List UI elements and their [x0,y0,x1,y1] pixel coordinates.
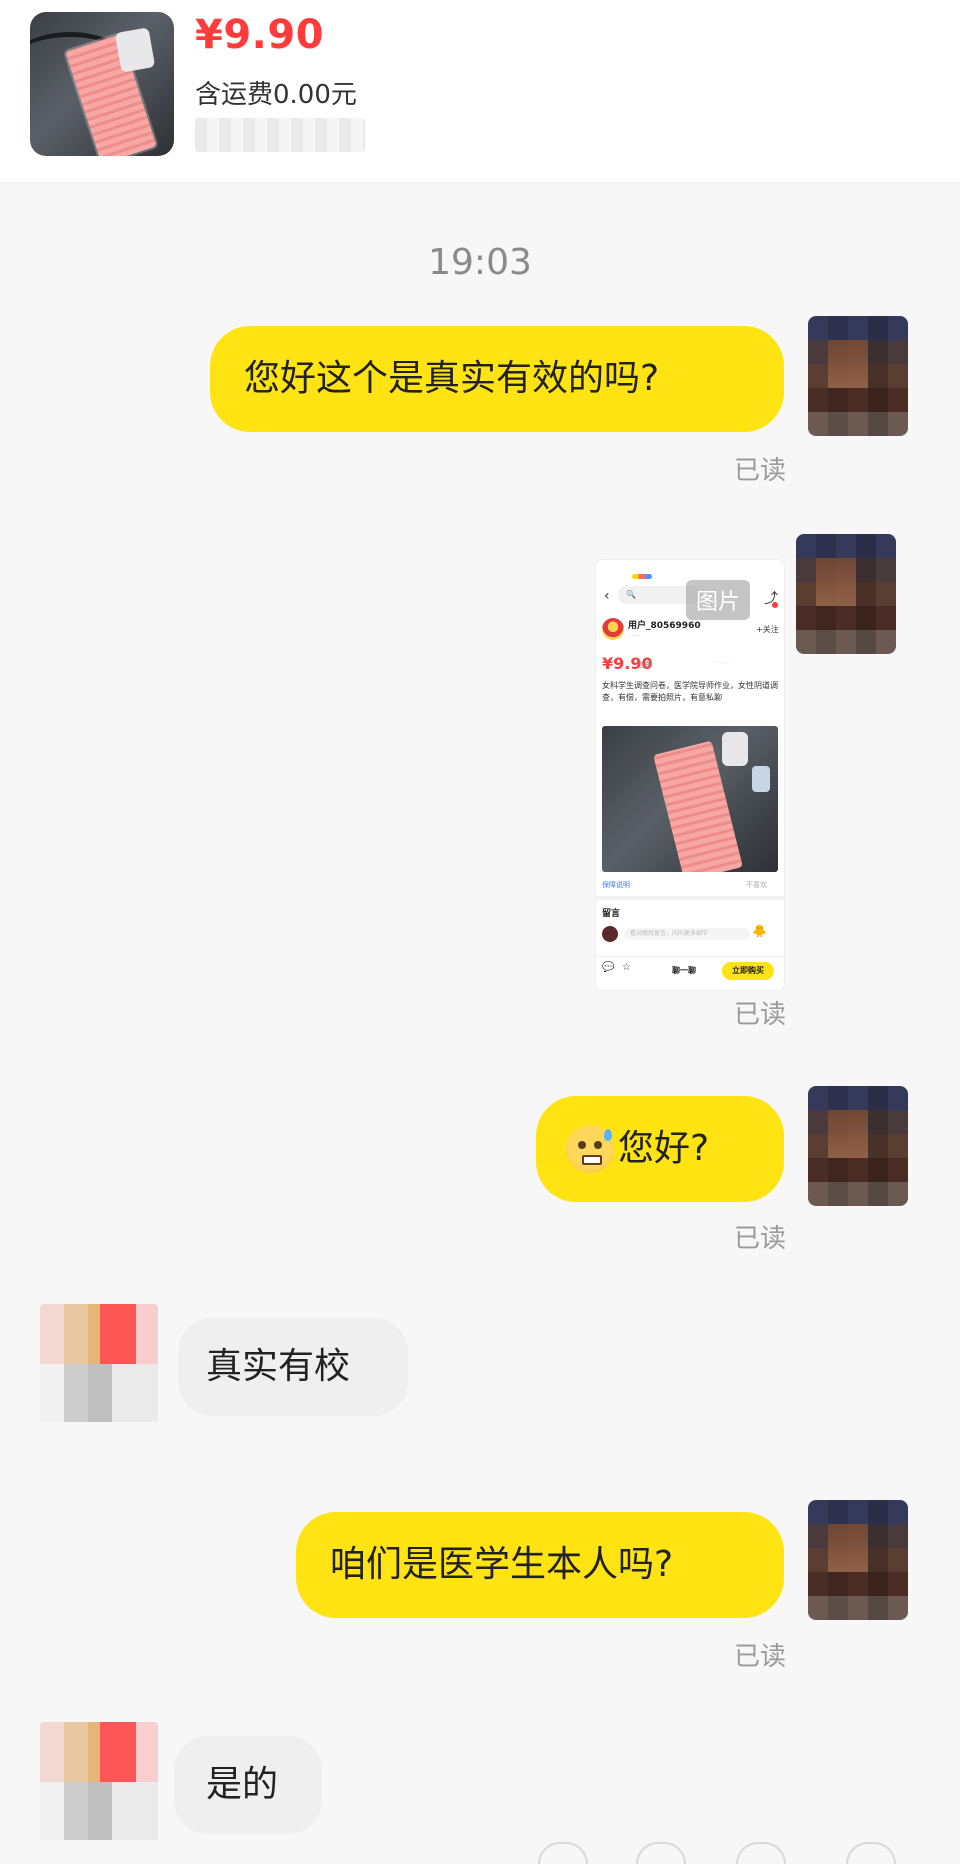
screenshot-ask-button: 聊一聊 [672,966,696,975]
seller-name: 用户_80569960 [628,621,701,631]
screenshot-guarantee-link: 保障说明 [602,881,630,889]
message-bubble-outgoing[interactable]: 您好这个是真实有效的吗? [210,326,784,432]
partial-element [538,1842,588,1864]
product-price: ¥9.90 [195,12,325,58]
screenshot-description: 女科学生调查问卷，医学院导师作业，女性阴道调查，有偿，需要拍照片，有意私聊 [602,681,778,702]
screenshot-dislike-link: 不喜欢 [746,881,767,889]
seller-sub: · · · [628,632,640,640]
chat-area[interactable]: 19:03 您好这个是真实有效的吗? 已读 ‹ 🔍 ⤴ 用户_80569960 … [0,182,960,1864]
my-avatar[interactable] [808,316,908,436]
message-text: 您好? [618,1128,710,1170]
my-avatar[interactable] [808,1086,908,1206]
shared-screenshot-image[interactable]: ‹ 🔍 ⤴ 用户_80569960 · · · +关注 ¥9.90 包邮 · ·… [596,560,784,990]
seller-avatar [602,618,624,640]
read-status: 已读 [734,1224,787,1254]
partial-element [636,1842,686,1864]
blurred-text [195,118,365,152]
message-text: 您好这个是真实有效的吗? [244,358,660,400]
message-bubble-incoming[interactable]: 是的 [174,1736,322,1834]
seller-avatar[interactable] [40,1304,158,1422]
my-avatar[interactable] [796,534,896,654]
comment-icon: 💬 [602,962,615,973]
thumb-lid [114,27,156,73]
product-shipping: 含运费0.00元 [195,80,357,110]
message-timestamp: 19:03 [428,242,532,283]
screenshot-buy-button: 立即购买 [722,962,774,980]
star-icon: ☆ [622,962,631,973]
divider [596,896,784,900]
image-tag: 图片 [686,580,751,620]
message-bubble-outgoing[interactable]: 您好? [536,1096,784,1202]
comment-input: 看对眼就留言，问问更多细节 [624,928,750,940]
read-status: 已读 [734,456,787,486]
message-bubble-incoming[interactable]: 真实有校 [178,1318,408,1416]
read-status: 已读 [734,1000,787,1030]
partial-element [846,1842,896,1864]
screenshot-meta: · · · · · [714,660,732,667]
commenter-avatar [602,926,618,942]
partial-element [736,1842,786,1864]
message-text: 咱们是医学生本人吗? [330,1544,674,1586]
screenshot-product-photo [602,726,778,872]
product-thumbnail[interactable] [30,12,174,156]
my-avatar[interactable] [808,1500,908,1620]
back-arrow-icon: ‹ [604,588,610,604]
message-bubble-outgoing[interactable]: 咱们是医学生本人吗? [296,1512,784,1618]
seller-avatar[interactable] [40,1722,158,1840]
notification-dot [772,602,778,608]
read-status: 已读 [734,1642,787,1672]
product-bar[interactable]: ¥9.90 含运费0.00元 [0,0,960,183]
screenshot-price-sub: 包邮 [638,661,652,669]
chick-emoji-icon: 🐥 [752,924,767,938]
message-text: 真实有校 [206,1346,351,1388]
screenshot-comments-title: 留言 [602,909,621,919]
anxious-sweat-face-icon [566,1125,614,1173]
status-bar [632,574,652,579]
follow-label: +关注 [756,625,779,634]
message-text: 是的 [206,1764,279,1806]
